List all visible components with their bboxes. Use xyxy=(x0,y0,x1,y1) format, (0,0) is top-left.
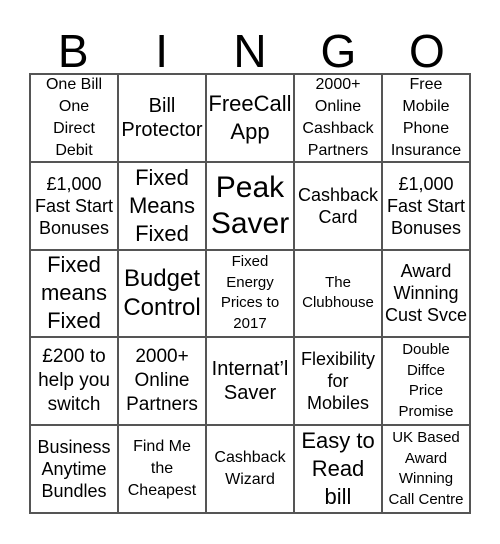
bingo-cell[interactable]: Budget Control xyxy=(118,249,206,338)
bingo-cell[interactable]: Internat’l Saver xyxy=(206,337,294,426)
bingo-cell[interactable]: Fixed means Fixed xyxy=(30,249,118,338)
bingo-cell[interactable]: Double Diffce Price Promise xyxy=(382,337,470,426)
bingo-cell[interactable]: Peak Saver xyxy=(206,161,294,250)
bingo-cell[interactable]: Easy to Read bill xyxy=(294,425,382,513)
header-letter-b: B xyxy=(57,25,89,77)
bingo-cell[interactable]: Fixed Means Fixed xyxy=(118,161,206,250)
bingo-cell[interactable]: £200 to help you switch xyxy=(30,337,118,426)
bingo-cell[interactable]: Cashback Card xyxy=(294,161,382,250)
header-letter-g: G xyxy=(320,25,357,77)
bingo-cell[interactable]: Bill Protector xyxy=(118,74,206,162)
bingo-cell[interactable]: One Bill One Direct Debit xyxy=(30,74,118,162)
bingo-header: B I N G O xyxy=(29,25,471,77)
bingo-cell[interactable]: 2000+ Online Partners xyxy=(118,337,206,426)
bingo-cell[interactable]: 2000+ Online Cashback Partners xyxy=(294,74,382,162)
bingo-cell[interactable]: Award Winning Cust Svce xyxy=(382,249,470,338)
bingo-cell[interactable]: Free Mobile Phone Insurance xyxy=(382,74,470,162)
bingo-cell[interactable]: £1,000 Fast Start Bonuses xyxy=(30,161,118,250)
bingo-cell[interactable]: UK Based Award Winning Call Centre xyxy=(382,425,470,513)
bingo-cell[interactable]: FreeCall App xyxy=(206,74,294,162)
bingo-cell[interactable]: The Clubhouse xyxy=(294,249,382,338)
bingo-cell[interactable]: £1,000 Fast Start Bonuses xyxy=(382,161,470,250)
bingo-cell[interactable]: Find Me the Cheapest xyxy=(118,425,206,513)
header-letter-i: I xyxy=(155,25,168,77)
header-letter-o: O xyxy=(408,25,445,77)
bingo-cell[interactable]: Fixed Energy Prices to 2017 xyxy=(206,249,294,338)
bingo-cell[interactable]: Flexibility for Mobiles xyxy=(294,337,382,426)
bingo-cell[interactable]: Business Anytime Bundles xyxy=(30,425,118,513)
bingo-card-grid: One Bill One Direct Debit Bill Protector… xyxy=(29,73,471,514)
header-letter-n: N xyxy=(233,25,267,77)
bingo-cell[interactable]: Cashback Wizard xyxy=(206,425,294,513)
